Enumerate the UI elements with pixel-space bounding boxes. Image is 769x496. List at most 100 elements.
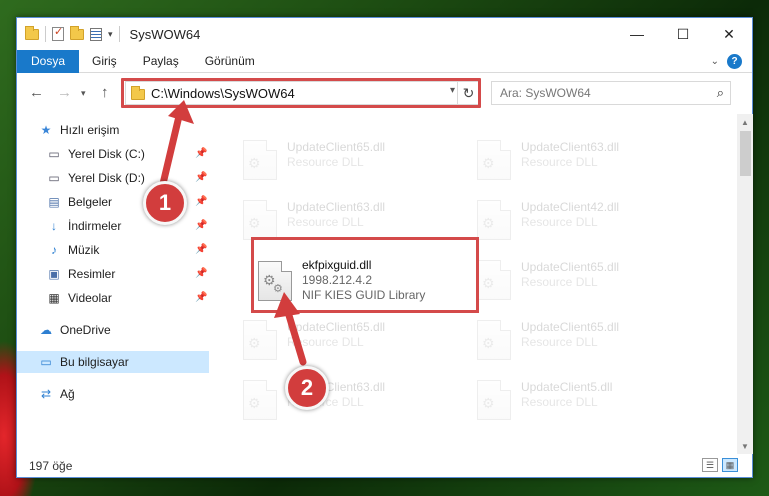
file-highlight-box	[251, 237, 479, 313]
sidebar-item-local-disk-c[interactable]: ▭ Yerel Disk (C:)	[47, 143, 212, 165]
file-item[interactable]: ⚙ UpdateClient65.dll Resource DLL	[239, 136, 459, 186]
file-name: UpdateClient65.dll	[287, 140, 386, 154]
sidebar-item-label: Resimler	[68, 267, 116, 281]
folder-icon	[25, 25, 39, 40]
dll-file-icon: ⚙	[477, 140, 511, 180]
dll-file-icon: ⚙	[243, 380, 277, 420]
file-item[interactable]: ⚙ UpdateClient63.dll Resource DLL	[473, 136, 693, 186]
file-name: UpdateClient65.dll	[287, 320, 386, 334]
music-icon: ♪	[51, 243, 57, 257]
navigation-pane: ★ Hızlı erişim ▭ Yerel Disk (C:) 📌 ▭ Yer…	[17, 117, 210, 452]
sidebar-item-label: Ağ	[60, 387, 75, 401]
properties-check-icon[interactable]	[52, 25, 64, 41]
sidebar-item-label: Bu bilgisayar	[60, 355, 129, 369]
dll-file-icon: ⚙	[477, 200, 511, 240]
minimize-button[interactable]: —	[614, 18, 660, 50]
sidebar-item-this-pc[interactable]: ▭ Bu bilgisayar	[39, 351, 129, 373]
file-item[interactable]: ⚙ UpdateClient5.dll Resource DLL	[473, 376, 693, 426]
sidebar-item-label: Yerel Disk (C:)	[68, 147, 145, 161]
file-description: Resource DLL	[287, 215, 364, 229]
file-name: UpdateClient65.dll	[521, 320, 620, 334]
search-input[interactable]: Ara: SysWOW64 ⌕	[491, 81, 731, 105]
ribbon-tabs: Dosya Giriş Paylaş Görünüm ⌄ ?	[17, 49, 752, 73]
help-icon[interactable]: ?	[727, 54, 742, 69]
documents-icon: ▤	[48, 195, 60, 209]
close-button[interactable]: ✕	[706, 18, 752, 50]
dll-file-icon: ⚙	[243, 320, 277, 360]
search-placeholder: Ara: SysWOW64	[500, 86, 591, 100]
pictures-icon: ▣	[48, 267, 60, 281]
toolbar-divider	[45, 26, 46, 42]
sidebar-item-quick-access[interactable]: ★ Hızlı erişim	[39, 119, 120, 141]
status-bar: 197 öğe ☰ ▦	[17, 454, 752, 478]
file-item[interactable]: ⚙ UpdateClient63.dll Resource DLL	[239, 376, 459, 426]
sidebar-item-onedrive[interactable]: ☁ OneDrive	[39, 319, 111, 341]
dll-file-icon: ⚙	[477, 320, 511, 360]
file-name: UpdateClient63.dll	[521, 140, 620, 154]
item-count: 197 öğe	[29, 459, 73, 473]
customize-toolbar-icon[interactable]	[90, 27, 102, 41]
pin-icon: 📌	[195, 172, 208, 183]
file-explorer-window: ▾ SysWOW64 — ☐ ✕ Dosya Giriş Paylaş Görü…	[16, 17, 753, 478]
file-name: UpdateClient65.dll	[521, 260, 620, 274]
file-description: Resource DLL	[521, 275, 598, 289]
sidebar-item-pictures[interactable]: ▣ Resimler	[47, 263, 115, 285]
chevron-down-icon[interactable]: ▾	[108, 29, 113, 40]
download-icon: ↓	[51, 219, 57, 233]
sidebar-item-videos[interactable]: ▦ Videolar	[47, 287, 112, 309]
back-arrow-icon[interactable]: ←	[29, 84, 44, 101]
sidebar-item-documents[interactable]: ▤ Belgeler	[47, 191, 112, 213]
sidebar-item-local-disk-d[interactable]: ▭ Yerel Disk (D:)	[47, 167, 145, 189]
scrollbar-thumb[interactable]	[740, 131, 751, 176]
file-name: UpdateClient63.dll	[287, 200, 386, 214]
tab-home[interactable]: Giriş	[79, 50, 130, 73]
file-description: Resource DLL	[521, 335, 598, 349]
sidebar-item-music[interactable]: ♪ Müzik	[47, 239, 99, 261]
sidebar-item-label: OneDrive	[60, 323, 111, 337]
forward-arrow-icon[interactable]: →	[57, 84, 72, 101]
step-1-badge: 1	[143, 181, 187, 225]
maximize-button[interactable]: ☐	[660, 18, 706, 50]
navigation-bar: ← → ▾ ↑ C:\Windows\SysWOW64 ▾ ↻ Ara: Sys…	[17, 74, 752, 114]
dll-file-icon: ⚙	[477, 260, 511, 300]
tiles-view-icon[interactable]: ▦	[722, 458, 738, 472]
details-view-icon[interactable]: ☰	[702, 458, 718, 472]
dll-file-icon: ⚙	[477, 380, 511, 420]
sidebar-item-label: Belgeler	[68, 195, 113, 209]
tab-file[interactable]: Dosya	[17, 49, 80, 73]
sidebar-item-label: Yerel Disk (D:)	[68, 171, 145, 185]
sidebar-item-network[interactable]: ⇄ Ağ	[39, 383, 75, 405]
tab-view[interactable]: Görünüm	[192, 50, 268, 73]
toolbar-divider	[118, 26, 120, 42]
pin-icon: 📌	[195, 292, 208, 303]
scroll-down-icon[interactable]: ▼	[737, 438, 753, 454]
vertical-scrollbar[interactable]: ▲ ▼	[737, 114, 753, 454]
scroll-up-icon[interactable]: ▲	[737, 114, 753, 130]
dll-file-icon: ⚙	[243, 140, 277, 180]
expand-ribbon-icon[interactable]: ⌄	[711, 56, 719, 67]
title-bar: ▾ SysWOW64 — ☐ ✕	[17, 18, 752, 50]
file-item[interactable]: ⚙ UpdateClient65.dll Resource DLL	[473, 256, 693, 306]
sidebar-item-label: Hızlı erişim	[60, 123, 120, 137]
file-item[interactable]: ⚙ UpdateClient65.dll Resource DLL	[239, 316, 459, 366]
file-name: UpdateClient42.dll	[521, 200, 620, 214]
star-icon: ★	[40, 123, 52, 137]
recent-locations-chevron-icon[interactable]: ▾	[81, 88, 86, 99]
new-folder-icon[interactable]	[70, 25, 84, 40]
video-icon: ▦	[48, 291, 60, 305]
file-item[interactable]: ⚙ UpdateClient42.dll Resource DLL	[473, 196, 693, 246]
file-item[interactable]: ⚙ UpdateClient65.dll Resource DLL	[473, 316, 693, 366]
network-icon: ⇄	[40, 387, 52, 401]
pin-icon: 📌	[195, 244, 208, 255]
search-icon[interactable]: ⌕	[717, 85, 724, 101]
sidebar-item-label: Videolar	[68, 291, 112, 305]
dll-file-icon: ⚙	[243, 200, 277, 240]
file-description: Resource DLL	[521, 395, 598, 409]
up-arrow-icon[interactable]: ↑	[101, 84, 109, 101]
cloud-icon: ☁	[40, 323, 52, 337]
sidebar-item-label: Müzik	[68, 243, 100, 257]
tab-share[interactable]: Paylaş	[130, 50, 192, 73]
sidebar-item-downloads[interactable]: ↓ İndirmeler	[47, 215, 121, 237]
drive-icon: ▭	[48, 171, 60, 185]
file-description: Resource DLL	[287, 155, 364, 169]
